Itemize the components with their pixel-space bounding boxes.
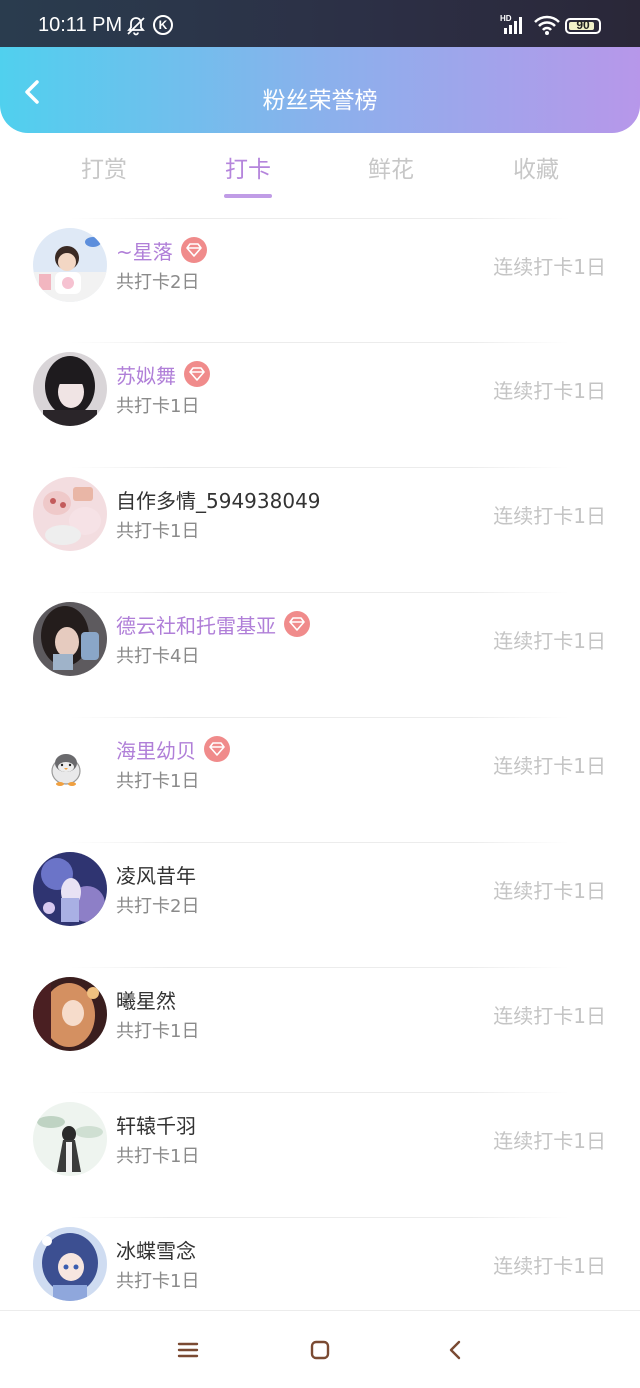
streak-checkins: 连续打卡1日 — [493, 629, 606, 653]
tab-checkin[interactable]: 打卡 — [198, 150, 298, 184]
user-name[interactable]: 凌风昔年 — [116, 860, 196, 889]
user-name[interactable]: ~星落 — [116, 236, 173, 265]
header-bar: 粉丝荣誉榜 — [0, 47, 640, 133]
total-checkins: 共打卡2日 — [116, 272, 200, 293]
tab-flowers[interactable]: 鲜花 — [341, 150, 441, 184]
avatar[interactable] — [33, 602, 107, 676]
streak-checkins: 连续打卡1日 — [493, 1004, 606, 1028]
wifi-icon — [533, 14, 561, 40]
tab-reward[interactable]: 打赏 — [54, 150, 154, 184]
diamond-badge-icon — [180, 237, 207, 263]
avatar[interactable] — [33, 852, 107, 926]
status-time: 10:11 PM — [38, 14, 123, 36]
back-triangle-icon[interactable] — [441, 1336, 469, 1364]
user-name-wrap: 冰蝶雪念 — [116, 1235, 196, 1263]
avatar[interactable] — [33, 977, 107, 1051]
tab-bar: 打赏 打卡 鲜花 收藏 — [0, 150, 640, 200]
total-checkins: 共打卡4日 — [116, 646, 200, 667]
user-name[interactable]: 德云社和托雷基亚 — [116, 610, 276, 639]
user-name[interactable]: 轩辕千羽 — [116, 1110, 196, 1139]
avatar[interactable] — [33, 1102, 107, 1176]
avatar[interactable] — [33, 228, 107, 302]
total-checkins: 共打卡1日 — [116, 771, 200, 792]
svg-text:HD: HD — [500, 14, 512, 23]
total-checkins: 共打卡2日 — [116, 896, 200, 917]
user-name-wrap: 德云社和托雷基亚 — [116, 610, 310, 638]
row-divider — [70, 342, 570, 343]
battery-percent: 90 — [576, 18, 590, 32]
list-item[interactable]: 曦星然 共打卡1日 连续打卡1日 — [0, 967, 640, 1091]
diamond-badge-icon — [204, 736, 230, 762]
menu-icon[interactable] — [174, 1336, 202, 1364]
active-tab-indicator — [224, 194, 272, 198]
user-name-wrap: 自作多情_594938049 — [116, 485, 321, 513]
diamond-badge-icon — [184, 361, 210, 387]
list-item[interactable]: 轩辕千羽 共打卡1日 连续打卡1日 — [0, 1092, 640, 1216]
user-name[interactable]: 自作多情_594938049 — [116, 485, 321, 514]
streak-checkins: 连续打卡1日 — [493, 379, 606, 403]
list-item[interactable]: 苏姒舞 共打卡1日 连续打卡1日 — [0, 342, 640, 466]
system-nav-bar — [0, 1310, 640, 1388]
user-name-wrap: 轩辕千羽 — [116, 1110, 196, 1138]
page-title: 粉丝荣誉榜 — [262, 88, 378, 114]
streak-checkins: 连续打卡1日 — [493, 1254, 606, 1278]
total-checkins: 共打卡1日 — [116, 1271, 200, 1292]
streak-checkins: 连续打卡1日 — [493, 754, 606, 778]
user-name[interactable]: 海里幼贝 — [116, 735, 196, 764]
row-divider — [70, 842, 570, 843]
row-divider — [70, 1217, 570, 1218]
tab-favorites[interactable]: 收藏 — [486, 150, 586, 184]
diamond-badge-icon — [284, 611, 310, 637]
streak-checkins: 连续打卡1日 — [493, 1129, 606, 1153]
user-name[interactable]: 苏姒舞 — [116, 360, 176, 389]
avatar[interactable] — [33, 1227, 107, 1301]
user-name-wrap: ~星落 — [116, 236, 207, 264]
streak-checkins: 连续打卡1日 — [493, 879, 606, 903]
user-name-wrap: 苏姒舞 — [116, 360, 210, 388]
status-bar: 10:11 PM K HD 90 — [0, 0, 640, 47]
hd-signal-icon: HD — [500, 13, 526, 39]
list-item[interactable]: 凌风昔年 共打卡2日 连续打卡1日 — [0, 842, 640, 966]
avatar[interactable] — [33, 727, 107, 801]
list-item[interactable]: 自作多情_594938049 共打卡1日 连续打卡1日 — [0, 467, 640, 591]
user-name-wrap: 凌风昔年 — [116, 860, 196, 888]
list-item[interactable]: ~星落 共打卡2日 连续打卡1日 — [0, 218, 640, 342]
k-circle-icon: K — [153, 15, 173, 35]
user-name[interactable]: 曦星然 — [116, 985, 176, 1014]
row-divider — [70, 218, 570, 219]
user-name-wrap: 曦星然 — [116, 985, 176, 1013]
list-item[interactable]: 海里幼贝 共打卡1日 连续打卡1日 — [0, 717, 640, 841]
bell-off-icon — [125, 15, 147, 41]
total-checkins: 共打卡1日 — [116, 1021, 200, 1042]
home-square-icon[interactable] — [306, 1336, 334, 1364]
user-name[interactable]: 冰蝶雪念 — [116, 1235, 196, 1264]
row-divider — [70, 717, 570, 718]
row-divider — [70, 1092, 570, 1093]
streak-checkins: 连续打卡1日 — [493, 255, 606, 279]
row-divider — [70, 967, 570, 968]
avatar[interactable] — [33, 352, 107, 426]
total-checkins: 共打卡1日 — [116, 396, 200, 417]
user-name-wrap: 海里幼贝 — [116, 735, 230, 763]
total-checkins: 共打卡1日 — [116, 521, 200, 542]
row-divider — [70, 467, 570, 468]
list-item[interactable]: 德云社和托雷基亚 共打卡4日 连续打卡1日 — [0, 592, 640, 716]
battery-icon: 90 — [565, 18, 601, 34]
avatar[interactable] — [33, 477, 107, 551]
streak-checkins: 连续打卡1日 — [493, 504, 606, 528]
total-checkins: 共打卡1日 — [116, 1146, 200, 1167]
row-divider — [70, 592, 570, 593]
